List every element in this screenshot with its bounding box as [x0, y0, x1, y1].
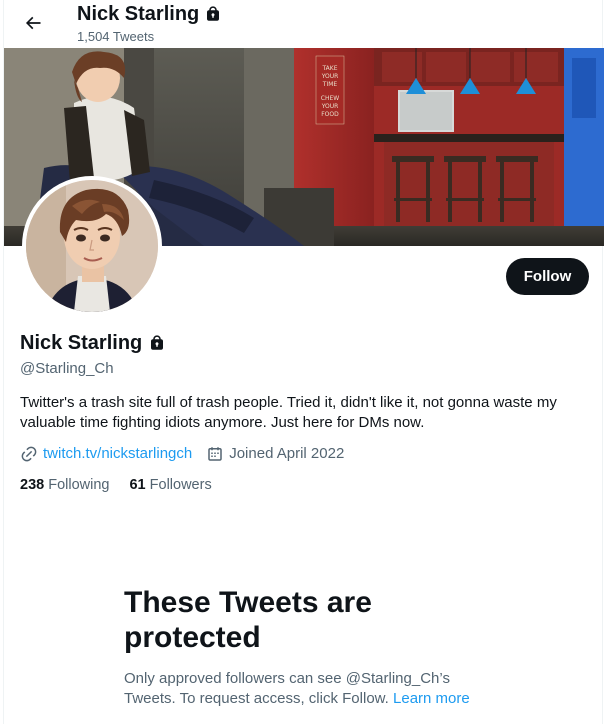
joined-item: Joined April 2022	[206, 444, 344, 464]
following-count: 238	[20, 477, 45, 493]
profile-header-bar: Nick Starling 1,504 Tweets	[4, 0, 604, 48]
protected-notice: These Tweets are protected Only approved…	[124, 585, 504, 709]
svg-text:TAKE: TAKE	[321, 65, 337, 72]
avatar-illustration	[26, 180, 158, 312]
profile-name: Nick Starling	[20, 332, 143, 354]
learn-more-link[interactable]: Learn more	[393, 690, 470, 707]
profile-info: Nick Starling @Starling_Ch Twitter's a t…	[20, 331, 590, 495]
website-item: twitch.tv/nickstarlingch	[20, 444, 192, 464]
profile-stats: 238 Following 61 Followers	[20, 475, 590, 495]
svg-text:FOOD: FOOD	[321, 111, 339, 118]
header-name: Nick Starling	[77, 3, 200, 25]
header-titles: Nick Starling 1,504 Tweets	[77, 2, 222, 45]
lock-icon	[207, 6, 220, 21]
followers-stat[interactable]: 61 Followers	[129, 475, 211, 495]
svg-text:YOUR: YOUR	[321, 73, 339, 80]
profile-column: Nick Starling 1,504 Tweets TAKE YOUR TIM…	[3, 0, 604, 724]
joined-date: Joined April 2022	[229, 445, 345, 462]
profile-bio: Twitter's a trash site full of trash peo…	[20, 394, 557, 431]
following-stat[interactable]: 238 Following	[20, 475, 109, 495]
website-link[interactable]: twitch.tv/nickstarlingch	[43, 444, 192, 464]
profile-avatar[interactable]	[22, 176, 162, 316]
profile-name-row: Nick Starling	[20, 331, 590, 355]
link-icon	[21, 446, 37, 462]
followers-count: 61	[129, 477, 146, 493]
tweet-count: 1,504 Tweets	[77, 29, 155, 44]
lock-icon	[151, 335, 164, 350]
follow-button[interactable]: Follow	[506, 258, 589, 295]
svg-text:YOUR: YOUR	[321, 103, 339, 110]
followers-label: Followers	[149, 477, 212, 493]
profile-handle: @Starling_Ch	[20, 360, 114, 377]
back-button[interactable]	[16, 6, 50, 40]
protected-description: Only approved followers can see @Starlin…	[124, 669, 504, 709]
protected-title: These Tweets are protected	[124, 586, 372, 654]
svg-text:TIME: TIME	[322, 81, 338, 88]
profile-meta: twitch.tv/nickstarlingch Joined April 20…	[20, 444, 590, 464]
arrow-left-icon	[25, 16, 41, 30]
calendar-icon	[208, 447, 222, 461]
svg-text:CHEW: CHEW	[321, 95, 339, 102]
following-label: Following	[48, 477, 110, 493]
header-name-row: Nick Starling	[77, 2, 222, 26]
